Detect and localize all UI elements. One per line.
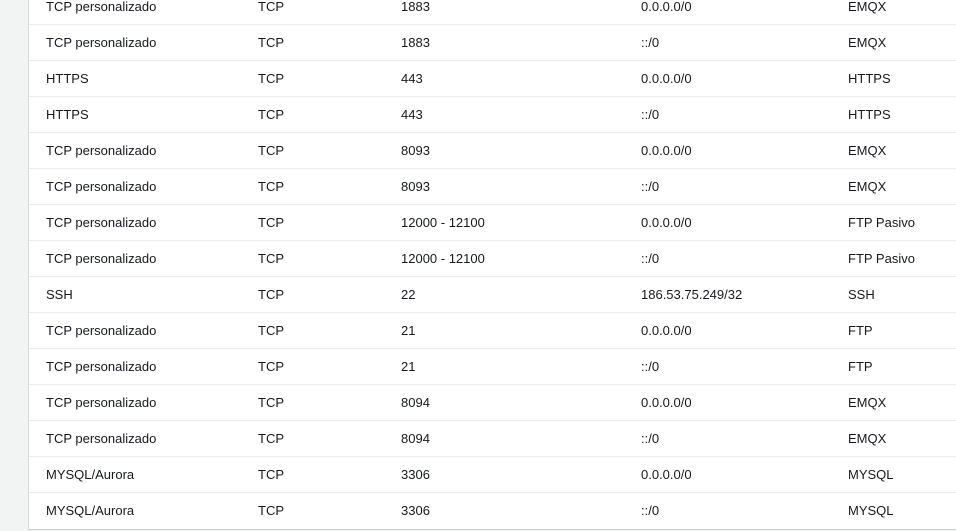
source-cell: ::/0 [641, 35, 660, 50]
table-row: MYSQL/Aurora TCP 3306 ::/0 MYSQL [29, 493, 956, 528]
port-range-cell: 3306 [401, 503, 430, 518]
port-range-cell: 21 [401, 359, 416, 374]
protocol-cell: TCP [258, 503, 284, 518]
source-cell: ::/0 [641, 359, 660, 374]
rule-type-cell: TCP personalizado [46, 143, 157, 158]
source-cell: 0.0.0.0/0 [641, 323, 692, 338]
source-cell: 0.0.0.0/0 [641, 0, 692, 14]
table-row: TCP personalizado TCP 8094 0.0.0.0/0 EMQ… [29, 385, 956, 421]
table-row: HTTPS TCP 443 0.0.0.0/0 HTTPS [29, 61, 956, 97]
rule-type-cell: TCP personalizado [46, 215, 157, 230]
port-range-cell: 1883 [401, 0, 430, 14]
source-cell: 0.0.0.0/0 [641, 395, 692, 410]
description-cell: MYSQL [848, 503, 894, 518]
rule-type-cell: TCP personalizado [46, 0, 157, 14]
description-cell: FTP [848, 323, 873, 338]
description-cell: MYSQL [848, 467, 894, 482]
description-cell: HTTPS [848, 107, 891, 122]
rule-type-cell: MYSQL/Aurora [46, 467, 135, 482]
source-cell: 186.53.75.249/32 [641, 287, 743, 302]
source-cell: ::/0 [641, 503, 660, 518]
protocol-cell: TCP [258, 71, 284, 86]
protocol-cell: TCP [258, 179, 284, 194]
port-range-cell: 22 [401, 287, 416, 302]
source-cell: 0.0.0.0/0 [641, 215, 692, 230]
protocol-cell: TCP [258, 251, 284, 266]
inbound-rules-table: TCP personalizado TCP 1883 0.0.0.0/0 EMQ… [29, 0, 956, 528]
table-row: TCP personalizado TCP 8093 ::/0 EMQX [29, 169, 956, 205]
protocol-cell: TCP [258, 143, 284, 158]
description-cell: EMQX [848, 35, 887, 50]
description-cell: HTTPS [848, 71, 891, 86]
table-row: TCP personalizado TCP 1883 ::/0 EMQX [29, 25, 956, 61]
source-cell: ::/0 [641, 179, 660, 194]
port-range-cell: 8094 [401, 395, 430, 410]
protocol-cell: TCP [258, 395, 284, 410]
protocol-cell: TCP [258, 431, 284, 446]
table-row: TCP personalizado TCP 1883 0.0.0.0/0 EMQ… [29, 0, 956, 25]
port-range-cell: 443 [401, 71, 423, 86]
rule-type-cell: TCP personalizado [46, 179, 157, 194]
table-row: HTTPS TCP 443 ::/0 HTTPS [29, 97, 956, 133]
rule-type-cell: HTTPS [46, 107, 89, 122]
table-row: MYSQL/Aurora TCP 3306 0.0.0.0/0 MYSQL [29, 457, 956, 493]
rule-type-cell: MYSQL/Aurora [46, 503, 135, 518]
rule-type-cell: HTTPS [46, 71, 89, 86]
inbound-rules-panel: TCP personalizado TCP 1883 0.0.0.0/0 EMQ… [28, 0, 956, 530]
description-cell: EMQX [848, 179, 887, 194]
rule-type-cell: TCP personalizado [46, 251, 157, 266]
source-cell: 0.0.0.0/0 [641, 143, 692, 158]
source-cell: ::/0 [641, 251, 660, 266]
protocol-cell: TCP [258, 215, 284, 230]
rule-type-cell: TCP personalizado [46, 35, 157, 50]
description-cell: EMQX [848, 143, 887, 158]
rule-type-cell: TCP personalizado [46, 323, 157, 338]
port-range-cell: 12000 - 12100 [401, 215, 485, 230]
protocol-cell: TCP [258, 359, 284, 374]
port-range-cell: 3306 [401, 467, 430, 482]
table-row: TCP personalizado TCP 12000 - 12100 0.0.… [29, 205, 956, 241]
source-cell: 0.0.0.0/0 [641, 71, 692, 86]
description-cell: SSH [848, 287, 875, 302]
protocol-cell: TCP [258, 467, 284, 482]
table-row: TCP personalizado TCP 12000 - 12100 ::/0… [29, 241, 956, 277]
source-cell: ::/0 [641, 107, 660, 122]
page: TCP personalizado TCP 1883 0.0.0.0/0 EMQ… [0, 0, 956, 531]
description-cell: FTP Pasivo [848, 251, 915, 266]
protocol-cell: TCP [258, 35, 284, 50]
description-cell: EMQX [848, 0, 887, 14]
port-range-cell: 8094 [401, 431, 430, 446]
port-range-cell: 443 [401, 107, 423, 122]
port-range-cell: 12000 - 12100 [401, 251, 485, 266]
protocol-cell: TCP [258, 287, 284, 302]
source-cell: ::/0 [641, 431, 660, 446]
table-row: TCP personalizado TCP 21 ::/0 FTP [29, 349, 956, 385]
description-cell: FTP Pasivo [848, 215, 915, 230]
port-range-cell: 1883 [401, 35, 430, 50]
port-range-cell: 8093 [401, 179, 430, 194]
port-range-cell: 8093 [401, 143, 430, 158]
description-cell: EMQX [848, 431, 887, 446]
port-range-cell: 21 [401, 323, 416, 338]
protocol-cell: TCP [258, 323, 284, 338]
table-row: TCP personalizado TCP 21 0.0.0.0/0 FTP [29, 313, 956, 349]
protocol-cell: TCP [258, 0, 284, 14]
table-row: TCP personalizado TCP 8093 0.0.0.0/0 EMQ… [29, 133, 956, 169]
rule-type-cell: SSH [46, 287, 73, 302]
protocol-cell: TCP [258, 107, 284, 122]
rule-type-cell: TCP personalizado [46, 395, 157, 410]
source-cell: 0.0.0.0/0 [641, 467, 692, 482]
description-cell: FTP [848, 359, 873, 374]
description-cell: EMQX [848, 395, 887, 410]
table-row: TCP personalizado TCP 8094 ::/0 EMQX [29, 421, 956, 457]
rule-type-cell: TCP personalizado [46, 359, 157, 374]
table-row: SSH TCP 22 186.53.75.249/32 SSH [29, 277, 956, 313]
rule-type-cell: TCP personalizado [46, 431, 157, 446]
